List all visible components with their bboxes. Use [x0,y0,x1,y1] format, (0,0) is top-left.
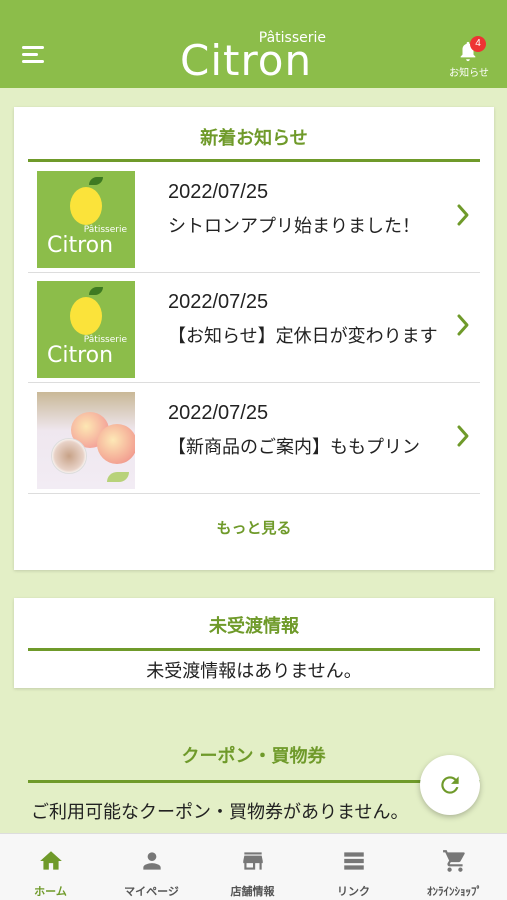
thumb-big-text: Citron [47,343,114,368]
tab-online-shop[interactable]: ｵﾝﾗｲﾝｼｮｯﾌﾟ [404,834,505,900]
news-divider [28,159,480,162]
store-icon [243,852,263,870]
coupon-divider [28,780,480,783]
tab-home[interactable]: ホーム [0,834,101,900]
tab-label: マイページ [124,885,179,898]
tab-label: ホーム [34,885,67,898]
news-text: 【新商品のご案内】ももプリン [168,437,420,458]
person-icon [143,852,161,870]
news-thumbnail-logo: Pâtisserie Citron [37,171,135,268]
undelivered-divider [28,648,480,651]
notification-label: お知らせ [449,68,489,79]
refresh-icon [441,776,459,794]
news-date: 2022/07/25 [168,181,269,203]
tab-mypage[interactable]: マイページ [101,834,202,900]
undelivered-card: 未受渡情報 未受渡情報はありません。 [14,598,494,688]
news-text: 【お知らせ】定休日が変わります [168,326,438,347]
tab-label: 店舗情報 [230,885,275,898]
news-date: 2022/07/25 [168,291,269,313]
notification-badge: 4 [470,36,486,52]
news-item[interactable]: Pâtisserie Citron 2022/07/25 シトロンアプリ始まりま… [28,163,480,273]
more-link[interactable]: もっと見る [14,517,494,538]
news-title: 新着お知らせ [200,128,308,149]
app-header: Pâtisserie Citron 4 お知らせ [0,0,507,88]
tab-store-info[interactable]: 店舗情報 [202,834,303,900]
tab-label: ｵﾝﾗｲﾝｼｮｯﾌﾟ [427,885,482,898]
citron-logo: Pâtisserie Citron [180,28,330,86]
news-thumbnail-logo: Pâtisserie Citron [37,281,135,378]
undelivered-message: 未受渡情報はありません。 [146,661,362,682]
news-date: 2022/07/25 [168,402,269,424]
news-thumbnail-photo [37,392,135,489]
tab-label: リンク [337,885,370,898]
hamburger-icon[interactable] [22,44,46,66]
tab-links[interactable]: リンク [303,834,404,900]
news-item[interactable]: 2022/07/25 【新商品のご案内】ももプリン [28,384,480,494]
chevron-right-icon [457,314,469,336]
chevron-right-icon [457,425,469,447]
news-text: シトロンアプリ始まりました！ [168,216,420,237]
list-icon [344,852,364,870]
cart-icon [443,850,465,872]
home-icon [40,851,62,870]
news-card: 新着お知らせ Pâtisserie Citron 2022/07/25 シトロン… [14,107,494,570]
logo-big-text: Citron [180,36,313,85]
refresh-button[interactable] [420,755,480,815]
news-item[interactable]: Pâtisserie Citron 2022/07/25 【お知らせ】定休日が変… [28,273,480,383]
bottom-tab-bar: ホーム マイページ 店舗情報 リンク ｵﾝﾗｲﾝｼｮｯﾌﾟ [0,833,507,900]
thumb-big-text: Citron [47,233,114,258]
chevron-right-icon [457,204,469,226]
undelivered-title: 未受渡情報 [209,616,299,637]
notification-button[interactable]: 4 お知らせ [444,36,494,80]
